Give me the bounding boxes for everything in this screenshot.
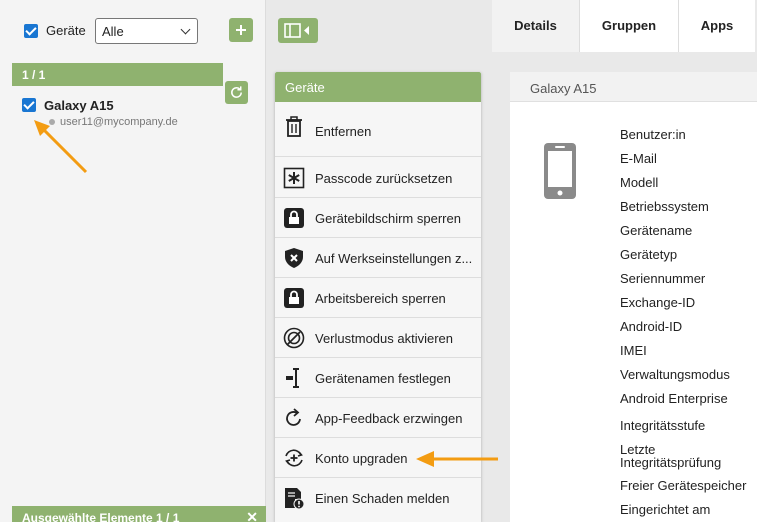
filter-label: Geräte	[46, 23, 86, 38]
menu-item-force-app-feedback[interactable]: App-Feedback erzwingen	[275, 398, 481, 438]
menu-item-reset-passcode[interactable]: Passcode zurücksetzen	[275, 158, 481, 198]
menu-item-label: Gerätenamen festlegen	[315, 371, 451, 386]
smartphone-icon	[544, 143, 576, 199]
menu-item-label: Auf Werkseinstellungen z...	[315, 251, 473, 266]
sidebar-toggle-icon	[284, 23, 309, 38]
radar-icon	[283, 327, 305, 349]
device-name: Galaxy A15	[44, 98, 114, 113]
trash-icon	[286, 116, 302, 137]
field-label: Android Enterprise	[620, 391, 728, 406]
asterisk-icon	[283, 167, 305, 189]
menu-item-lost-mode[interactable]: Verlustmodus aktivieren	[275, 318, 481, 358]
report-damage-icon	[285, 488, 305, 509]
field-label: Integritätsstufe	[620, 418, 706, 433]
rename-icon	[286, 368, 299, 388]
add-device-button[interactable]	[229, 18, 253, 42]
menu-item-label: Passcode zurücksetzen	[315, 171, 453, 186]
filter-select-value: Alle	[102, 24, 124, 39]
device-detail-card: Galaxy A15 Benutzer:in E-Mail Modell Bet…	[510, 72, 757, 522]
refresh-button[interactable]	[225, 81, 248, 104]
field-label: Exchange-ID	[620, 295, 696, 310]
selected-items-label: Ausgewählte Elemente 1 / 1	[22, 511, 180, 522]
annotation-arrow-icon	[34, 120, 88, 174]
field-label: Android-ID	[620, 319, 683, 334]
menu-item-label: Verlustmodus aktivieren	[315, 331, 454, 346]
field-label: Verwaltungsmodus	[620, 367, 730, 382]
menu-item-label: Gerätebildschirm sperren	[315, 211, 461, 226]
field-label: E-Mail	[620, 151, 657, 166]
device-title: Galaxy A15	[510, 72, 757, 102]
menu-item-label: App-Feedback erzwingen	[315, 411, 463, 426]
actions-panel: Geräte Entfernen Passcode zurücksetzen G…	[267, 0, 492, 522]
device-checkbox[interactable]	[22, 98, 36, 112]
refresh-icon	[231, 86, 242, 98]
field-label: Letzte Integritätsprüfung	[620, 442, 722, 470]
device-list-panel: Geräte Alle 1 / 1 Galaxy A15 user11@myco…	[0, 0, 266, 522]
tab-groups[interactable]: Gruppen	[579, 0, 678, 52]
refresh-icon	[286, 408, 301, 426]
device-count-bar: 1 / 1	[12, 63, 223, 86]
field-label: Seriennummer	[620, 271, 706, 286]
tab-details[interactable]: Details	[492, 0, 579, 52]
menu-item-remove[interactable]: Entfernen	[275, 102, 481, 157]
menu-item-label: Entfernen	[315, 124, 372, 139]
menu-item-set-device-name[interactable]: Gerätenamen festlegen	[275, 358, 481, 398]
annotation-arrow-icon	[416, 451, 498, 467]
menu-header: Geräte	[275, 72, 481, 102]
lock-icon	[284, 288, 304, 308]
menu-item-label: Einen Schaden melden	[315, 491, 450, 506]
tab-apps[interactable]: Apps	[678, 0, 755, 52]
tab-bar: Details Gruppen Apps	[492, 0, 757, 52]
field-label: Betriebssystem	[620, 199, 709, 214]
filter-select[interactable]: Alle	[95, 18, 198, 44]
shield-x-icon	[285, 248, 303, 268]
selected-items-bar: Ausgewählte Elemente 1 / 1 ✕	[12, 506, 266, 522]
menu-item-label: Arbeitsbereich sperren	[315, 291, 446, 306]
field-label: Gerätetyp	[620, 247, 678, 262]
field-label: Gerätename	[620, 223, 693, 238]
select-all-checkbox[interactable]	[24, 24, 38, 38]
menu-item-factory-reset[interactable]: Auf Werkseinstellungen z...	[275, 238, 481, 278]
upgrade-icon	[285, 449, 303, 467]
collapse-panel-button[interactable]	[278, 18, 318, 43]
details-panel: Details Gruppen Apps Galaxy A15 Benutzer…	[492, 0, 757, 522]
menu-item-report-damage[interactable]: Einen Schaden melden	[275, 478, 481, 518]
field-label: Eingerichtet am	[620, 502, 711, 517]
menu-item-lock-workspace[interactable]: Arbeitsbereich sperren	[275, 278, 481, 318]
menu-item-lock-screen[interactable]: Gerätebildschirm sperren	[275, 198, 481, 238]
field-label: IMEI	[620, 343, 647, 358]
field-label: Benutzer:in	[620, 127, 686, 142]
field-label: Modell	[620, 175, 659, 190]
chevron-down-icon	[180, 24, 191, 35]
close-icon[interactable]: ✕	[246, 509, 258, 522]
field-label: Freier Gerätespeicher	[620, 478, 747, 493]
lock-icon	[284, 208, 304, 228]
device-list-toolbar: Geräte Alle	[0, 0, 266, 62]
